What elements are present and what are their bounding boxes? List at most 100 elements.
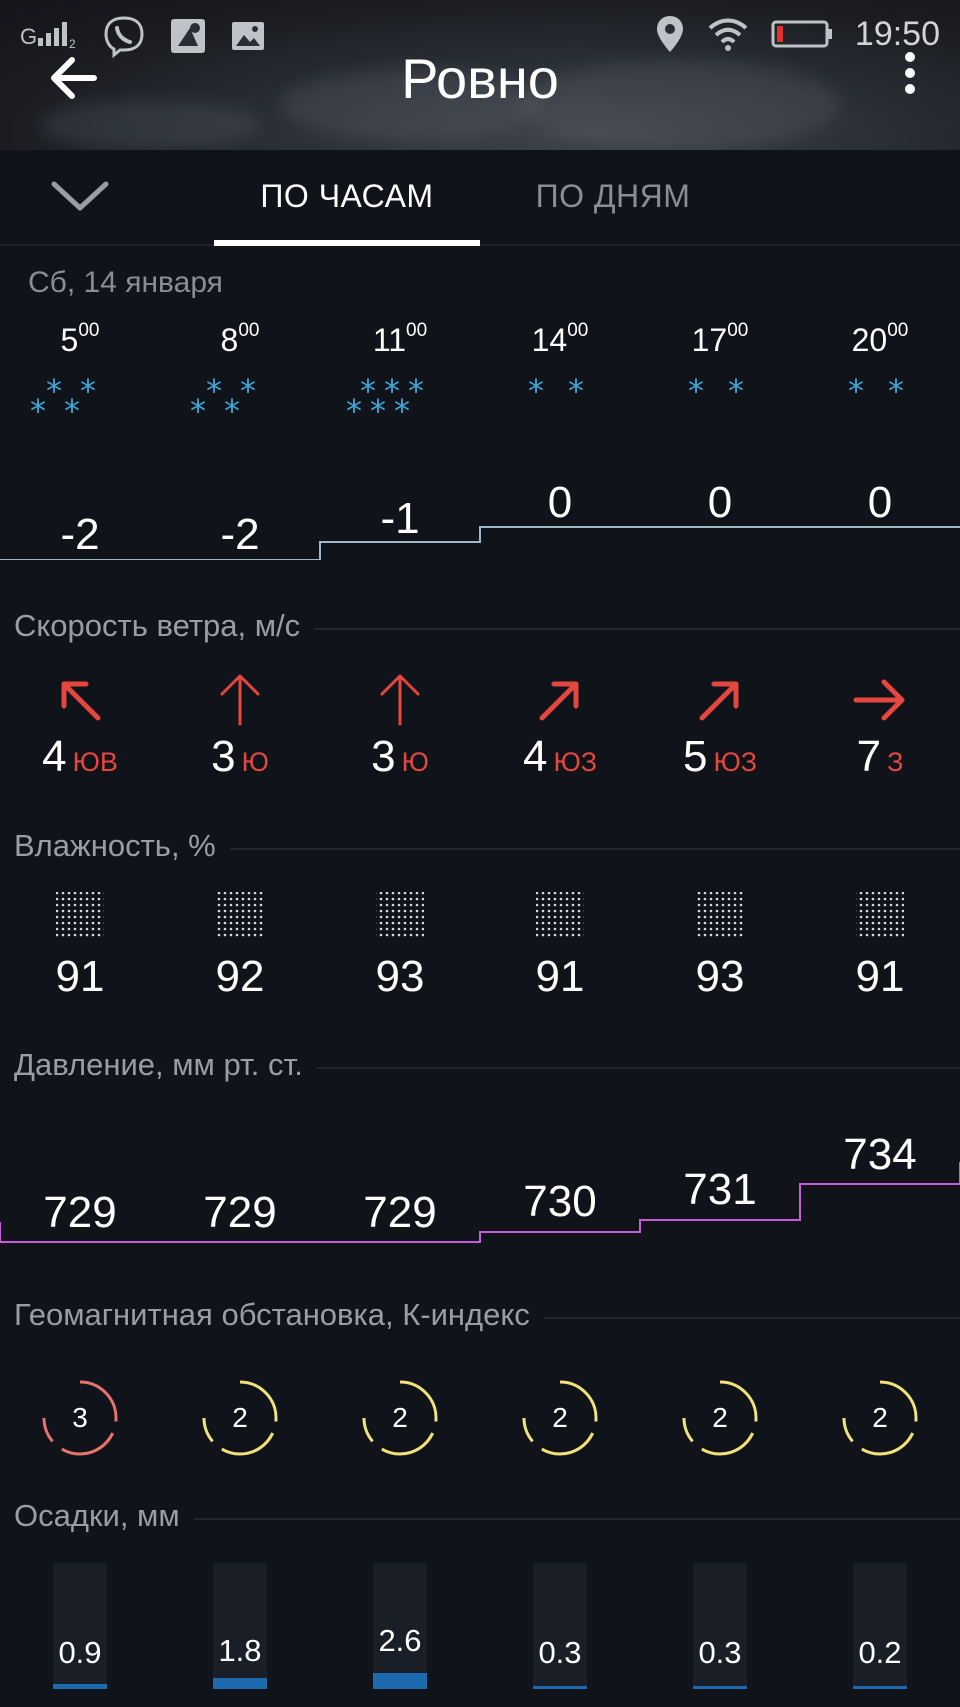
svg-text:*: * bbox=[370, 392, 386, 422]
precipitation-fill bbox=[373, 1673, 427, 1689]
precipitation-fill bbox=[533, 1686, 587, 1689]
header: G 2 19:50 Ровно bbox=[0, 0, 960, 150]
wind-item: 5 ЮЗ bbox=[682, 732, 758, 781]
hours-row: 500 800 1100 1400 1700 2000 bbox=[0, 320, 960, 359]
k-index-value: 2 bbox=[552, 1402, 568, 1433]
pressure-value: 729 bbox=[43, 1188, 117, 1237]
k-index-item: 2 bbox=[160, 1378, 320, 1458]
temperature-value: 0 bbox=[707, 478, 733, 527]
hour-label: 2000 bbox=[851, 320, 909, 358]
geomagnetic-row: 3 2 2 2 2 2 bbox=[0, 1378, 960, 1458]
wind-item: 7З bbox=[856, 732, 904, 781]
svg-text:*: * bbox=[568, 372, 584, 410]
svg-text:*: * bbox=[888, 372, 904, 410]
humidity-value: 91 bbox=[855, 952, 905, 1001]
humidity-icon bbox=[696, 892, 744, 938]
tab-bar: ПО ЧАСАМ ПО ДНЯМ bbox=[0, 150, 960, 246]
overflow-menu-button[interactable] bbox=[898, 52, 922, 102]
dot-icon bbox=[905, 52, 915, 62]
dot-icon bbox=[905, 84, 915, 94]
k-index-value: 2 bbox=[872, 1402, 888, 1433]
wind-values-row: 4 ЮВ 3Ю 3Ю 4 ЮЗ 5 ЮЗ 7З bbox=[0, 732, 960, 782]
tab-daily[interactable]: ПО ДНЯМ bbox=[480, 178, 746, 215]
up-left-arrow-icon bbox=[61, 681, 101, 721]
svg-text:*: * bbox=[728, 372, 744, 410]
humidity-value: 92 bbox=[215, 952, 265, 1001]
wind-item: 3Ю bbox=[371, 732, 429, 781]
precipitation-fill bbox=[853, 1686, 907, 1689]
humidity-section-header: Влажность, % bbox=[14, 828, 960, 868]
svg-text:*: * bbox=[206, 372, 222, 410]
svg-text:*: * bbox=[80, 372, 96, 410]
humidity-value: 93 bbox=[695, 952, 745, 1001]
precipitation-value: 2.6 bbox=[378, 1623, 422, 1658]
k-index-value: 3 bbox=[72, 1402, 88, 1433]
wind-title: Скорость ветра, м/с bbox=[14, 608, 315, 643]
temperature-value: -1 bbox=[380, 494, 420, 543]
precipitation-item: 0.3 bbox=[640, 1563, 800, 1689]
up-arrow-icon bbox=[220, 674, 260, 726]
wind-item: 4 ЮВ bbox=[42, 732, 118, 781]
hour-label: 800 bbox=[220, 320, 260, 358]
precipitation-item: 0.2 bbox=[800, 1563, 960, 1689]
k-index-item: 2 bbox=[800, 1378, 960, 1458]
humidity-icon bbox=[856, 892, 904, 938]
precipitation-item: 0.9 bbox=[0, 1563, 160, 1689]
svg-text:*: * bbox=[688, 372, 704, 410]
temperature-value: 0 bbox=[547, 478, 573, 527]
humidity-icon bbox=[216, 892, 264, 938]
heavy-snow-icon: * * * * * * bbox=[346, 372, 424, 422]
humidity-icon bbox=[536, 892, 584, 938]
geomagnetic-section-header: Геомагнитная обстановка, К-индекс bbox=[14, 1297, 960, 1337]
precipitation-item: 0.3 bbox=[480, 1563, 640, 1689]
light-snow-icon: * * bbox=[688, 372, 744, 410]
k-index-value: 2 bbox=[392, 1402, 408, 1433]
humidity-icons-row bbox=[56, 892, 904, 938]
pressure-value: 734 bbox=[843, 1130, 917, 1179]
dot-icon bbox=[905, 68, 915, 78]
tab-hourly[interactable]: ПО ЧАСАМ bbox=[214, 178, 480, 215]
svg-text:*: * bbox=[46, 372, 62, 410]
svg-text:*: * bbox=[64, 392, 80, 422]
humidity-icon bbox=[56, 892, 104, 938]
precipitation-fill bbox=[213, 1678, 267, 1689]
up-right-arrow-icon bbox=[539, 681, 579, 721]
wind-item: 4 ЮЗ bbox=[522, 732, 598, 781]
pressure-section-header: Давление, мм рт. ст. bbox=[14, 1047, 960, 1087]
precipitation-value: 0.3 bbox=[538, 1635, 582, 1670]
date-label: Сб, 14 января bbox=[28, 266, 223, 299]
humidity-title: Влажность, % bbox=[14, 828, 230, 863]
precipitation-item: 1.8 bbox=[160, 1563, 320, 1689]
pressure-value: 729 bbox=[203, 1188, 277, 1237]
hour-label: 1400 bbox=[531, 320, 589, 358]
wind-item: 3Ю bbox=[211, 732, 269, 781]
humidity-value: 91 bbox=[535, 952, 585, 1001]
precipitation-title: Осадки, мм bbox=[14, 1498, 194, 1533]
svg-text:*: * bbox=[224, 392, 240, 422]
pressure-title: Давление, мм рт. ст. bbox=[14, 1047, 317, 1082]
k-index-item: 3 bbox=[0, 1378, 160, 1458]
active-tab-indicator bbox=[214, 240, 480, 246]
svg-text:*: * bbox=[394, 392, 410, 422]
precipitation-fill bbox=[53, 1684, 107, 1689]
k-index-value: 2 bbox=[712, 1402, 728, 1433]
city-title: Ровно bbox=[401, 47, 559, 110]
precipitation-section-header: Осадки, мм bbox=[14, 1498, 960, 1538]
precipitation-fill bbox=[693, 1686, 747, 1689]
svg-text:*: * bbox=[190, 392, 206, 422]
k-index-value: 2 bbox=[232, 1402, 248, 1433]
wind-arrows-row bbox=[61, 674, 905, 726]
snow-icon: * ** * bbox=[30, 372, 96, 422]
svg-text:*: * bbox=[528, 372, 544, 410]
precipitation-value: 0.2 bbox=[858, 1635, 902, 1670]
k-index-item: 2 bbox=[320, 1378, 480, 1458]
up-right-arrow-icon bbox=[699, 681, 739, 721]
svg-text:*: * bbox=[408, 372, 424, 410]
precipitation-row: 0.9 1.8 2.6 0.3 0.3 0.2 bbox=[0, 1563, 960, 1689]
svg-text:*: * bbox=[346, 392, 362, 422]
temperature-value: -2 bbox=[60, 510, 100, 559]
battery-icon bbox=[771, 20, 832, 48]
temperature-value: 0 bbox=[867, 478, 893, 527]
weather-icons-row: * ** * * ** * * * * * * * * * * * * * bbox=[30, 372, 904, 422]
chevron-down-icon[interactable] bbox=[50, 176, 110, 216]
